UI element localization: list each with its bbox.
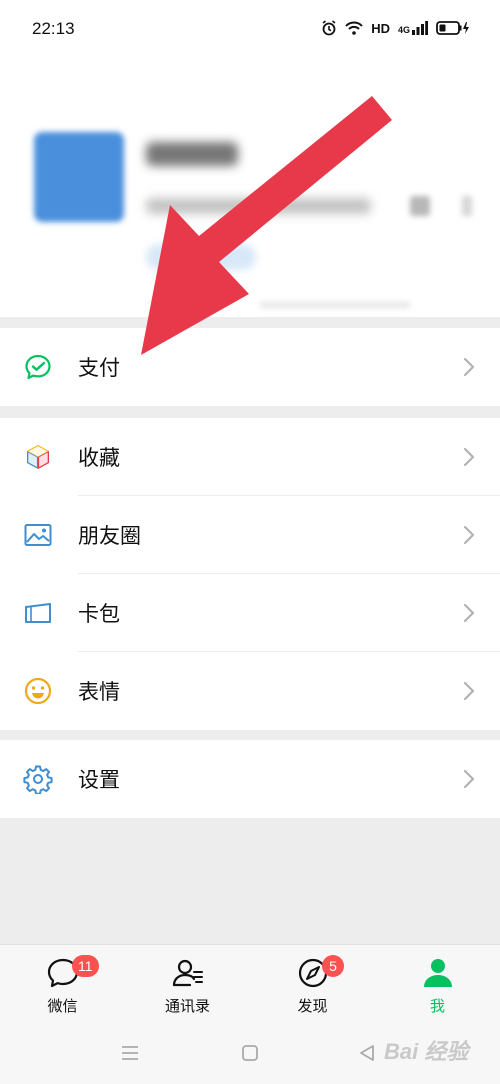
tab-me-label: 我	[429, 997, 445, 1015]
back-triangle-icon[interactable]	[358, 1044, 376, 1062]
menu-item-stickers[interactable]: 表情	[0, 652, 500, 730]
menu-item-settings[interactable]: 设置	[0, 740, 500, 818]
discover-badge: 5	[322, 955, 344, 977]
network-type: 4G	[397, 25, 410, 35]
tab-me[interactable]: 我	[375, 945, 500, 1027]
menu-lines-icon[interactable]	[120, 1044, 140, 1062]
home-square-icon[interactable]	[241, 1044, 259, 1062]
menu-group-main: 收藏 朋友圈 卡包 表情	[0, 418, 500, 730]
tab-contacts[interactable]: 通讯录	[125, 945, 250, 1027]
tab-contacts-label: 通讯录	[164, 997, 210, 1015]
wechat-pay-icon	[22, 351, 54, 383]
menu-item-moments-label: 朋友圈	[78, 524, 141, 548]
menu-item-favorites[interactable]: 收藏	[0, 418, 500, 496]
menu-item-cards-label: 卡包	[78, 602, 120, 626]
profile-header[interactable]	[0, 62, 500, 317]
profile-chevron-icon	[462, 196, 472, 216]
menu-item-stickers-label: 表情	[78, 680, 120, 704]
watermark: Bai 经验	[384, 1039, 469, 1064]
battery-icon	[436, 21, 469, 35]
menu-group-pay: 支付	[0, 328, 500, 406]
tab-discover[interactable]: 5 发现	[250, 945, 375, 1027]
chevron-right-icon	[463, 769, 475, 789]
menu-item-settings-label: 设置	[78, 768, 120, 792]
status-button-blurred[interactable]	[146, 244, 256, 270]
smiley-icon	[22, 675, 54, 707]
status-time: 22:13	[32, 19, 75, 38]
menu-item-pay[interactable]: 支付	[0, 328, 500, 406]
moments-picture-icon	[22, 519, 54, 551]
profile-name-blurred	[146, 142, 238, 166]
bottom-tab-bar: 11 微信 通讯录 5 发现 我	[0, 944, 500, 1026]
menu-item-favorites-label: 收藏	[78, 446, 120, 470]
chevron-right-icon	[463, 681, 475, 701]
tab-chats-label: 微信	[47, 997, 78, 1015]
menu-item-cards[interactable]: 卡包	[0, 574, 500, 652]
chevron-right-icon	[463, 447, 475, 467]
alarm-icon	[322, 20, 336, 36]
wechat-id-blurred	[146, 198, 371, 214]
profile-bottom-blurred	[260, 302, 410, 308]
menu-item-moments[interactable]: 朋友圈	[0, 496, 500, 574]
chevron-right-icon	[463, 525, 475, 545]
status-icons: HD 4G	[321, 20, 470, 36]
tab-discover-label: 发现	[297, 997, 328, 1015]
hd-indicator: HD	[371, 20, 390, 36]
unread-badge: 11	[72, 955, 99, 977]
tab-chats[interactable]: 11 微信	[0, 945, 125, 1027]
favorites-cube-icon	[22, 441, 54, 473]
contacts-icon	[172, 959, 203, 987]
card-wallet-icon	[22, 597, 54, 629]
menu-item-pay-label: 支付	[78, 356, 120, 380]
chevron-right-icon	[463, 357, 475, 377]
wifi-icon	[345, 21, 363, 35]
status-bar: 22:13 HD 4G	[0, 0, 500, 62]
signal-indicator: 4G	[398, 21, 428, 35]
menu-group-settings: 设置	[0, 740, 500, 818]
person-icon	[423, 959, 452, 987]
avatar[interactable]	[34, 132, 124, 222]
qr-code-icon[interactable]	[410, 196, 430, 216]
signal-icon	[412, 21, 428, 35]
chevron-right-icon	[463, 603, 475, 623]
gear-icon	[22, 763, 54, 795]
